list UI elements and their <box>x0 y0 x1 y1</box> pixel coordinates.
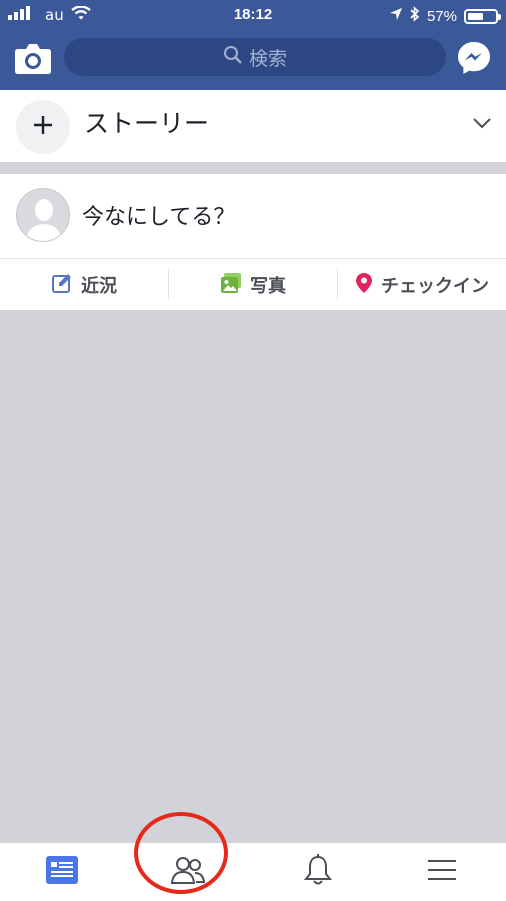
photo-button[interactable]: 写真 <box>169 259 337 311</box>
location-arrow-icon <box>389 7 403 25</box>
chevron-down-icon[interactable] <box>472 114 492 133</box>
composer[interactable]: 今なにしてる？ <box>0 174 506 258</box>
news-feed-icon <box>45 855 79 889</box>
search-placeholder: 検索 <box>248 47 287 70</box>
bluetooth-icon <box>410 6 420 26</box>
section-divider <box>0 162 506 174</box>
location-pin-icon <box>355 272 373 299</box>
menu-icon <box>427 858 457 886</box>
status-bar: au 18:12 57% <box>0 0 506 32</box>
search-icon <box>223 45 243 70</box>
stories-row[interactable]: ストーリー <box>0 90 506 162</box>
tab-news-feed[interactable] <box>12 843 112 901</box>
avatar <box>16 188 70 242</box>
edit-icon <box>51 272 73 299</box>
photo-icon <box>220 272 242 299</box>
bell-icon <box>303 854 333 890</box>
header-row: 検索 <box>0 36 506 80</box>
status-update-label: 近況 <box>81 276 117 297</box>
composer-actions: 近況 写真 チェックイン <box>0 258 506 310</box>
battery-percent: 57% <box>426 7 457 25</box>
camera-icon[interactable] <box>14 40 52 76</box>
news-feed-area <box>0 310 506 842</box>
tab-bar <box>0 842 506 900</box>
status-update-button[interactable]: 近況 <box>0 259 168 311</box>
battery-icon <box>464 8 501 24</box>
plus-icon <box>32 114 54 140</box>
tab-friends[interactable] <box>138 843 238 901</box>
check-in-label: チェックイン <box>381 276 489 297</box>
messenger-icon[interactable] <box>456 40 492 76</box>
check-in-button[interactable]: チェックイン <box>338 259 506 311</box>
add-story-button[interactable] <box>16 100 70 154</box>
battery-level <box>468 12 483 20</box>
top-bar: au 18:12 57% 検索 <box>0 0 506 90</box>
friends-icon <box>170 856 206 888</box>
status-prompt[interactable]: 今なにしてる？ <box>82 199 235 231</box>
tab-menu[interactable] <box>392 843 492 901</box>
photo-label: 写真 <box>250 276 286 297</box>
stories-label: ストーリー <box>84 109 210 138</box>
tab-notifications[interactable] <box>268 843 368 901</box>
search-input[interactable]: 検索 <box>64 38 446 76</box>
